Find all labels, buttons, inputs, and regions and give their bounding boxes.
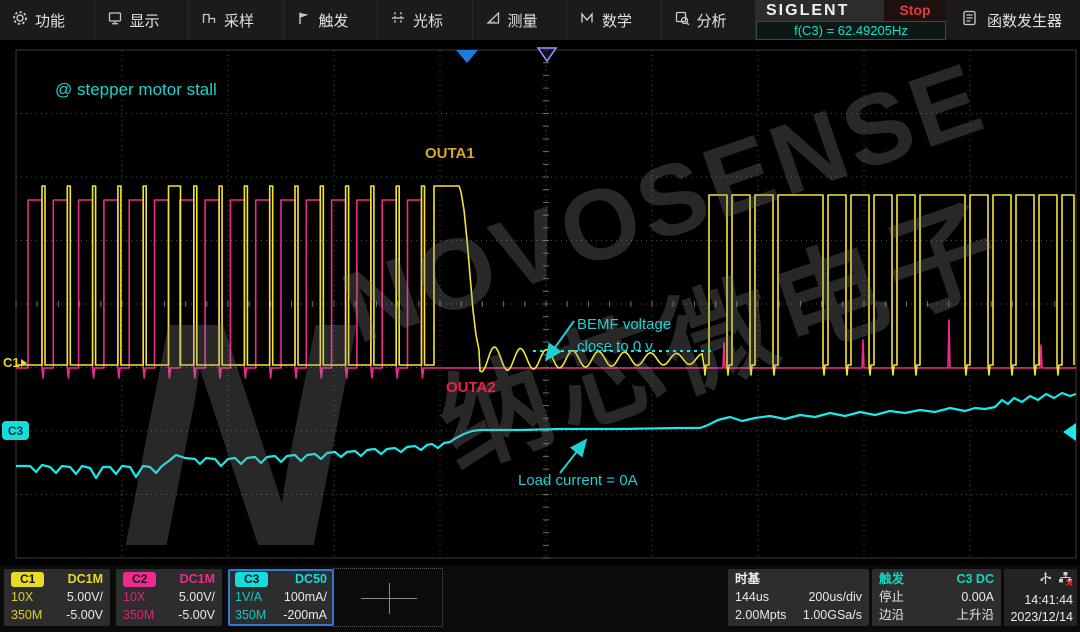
acquisition-status[interactable]: Stop (884, 0, 946, 21)
menu-label: 采样 (224, 10, 254, 31)
clock-box: 14:41:44 2023/12/14 (1004, 569, 1077, 626)
watermark: NNOVOSENSE纳芯微电子 (120, 41, 1022, 565)
generator-icon (962, 10, 977, 31)
timebase-label: 时基 (735, 572, 760, 587)
scope-canvas: NNOVOSENSE纳芯微电子 (0, 40, 1080, 565)
menu-label: 分析 (697, 10, 727, 31)
channel-box-c2[interactable]: C2 DC1M 10X 5.00V/ 350M -5.00V (116, 569, 222, 626)
c3-offset: -200mA (283, 608, 327, 623)
c3-bandwidth: 350M (235, 608, 266, 623)
c3-position-marker[interactable]: C3 (2, 421, 29, 440)
delay-position-marker (538, 48, 556, 61)
trigger-position-marker (456, 50, 478, 63)
menu-label: 光标 (413, 10, 443, 31)
c2-scale: 5.00V/ (179, 590, 215, 605)
c1-position-marker[interactable]: C1 (3, 355, 27, 370)
function-generator-button[interactable]: 函数发生器 (946, 0, 1080, 40)
menu-label: 数学 (602, 10, 632, 31)
channel-box-c3[interactable]: C3 DC50 1V/A 100mA/ 350M -200mA (228, 569, 334, 626)
c3-scale: 100mA/ (284, 590, 327, 605)
menu-item-math[interactable]: 数学 (567, 0, 662, 40)
menu-item-cursor[interactable]: 光标 (378, 0, 473, 40)
measure-icon (485, 10, 501, 30)
lan-disconnected-icon (1058, 571, 1073, 589)
frequency-counter: f(C3) = 62.49205Hz (756, 21, 946, 40)
analyze-icon (674, 10, 690, 30)
c2-offset: -5.00V (178, 608, 215, 623)
cursor-icon (390, 10, 406, 30)
menu-item-acquire[interactable]: 采样 (189, 0, 284, 40)
c3-badge: C3 (235, 572, 268, 587)
c1-probe: 10X (11, 590, 33, 605)
menu-label: 触发 (319, 10, 349, 31)
clock-time: 14:41:44 (1008, 593, 1073, 607)
menu-item-measure[interactable]: 测量 (473, 0, 568, 40)
menu-item-function[interactable]: 功能 (0, 0, 95, 40)
c3-coupling: DC50 (295, 572, 327, 587)
timebase-box[interactable]: 时基 144us 200us/div 2.00Mpts 1.00GSa/s (728, 569, 869, 626)
menu-label: 显示 (130, 10, 160, 31)
menu-label: 测量 (508, 10, 538, 31)
trigger-mode: 停止 (879, 590, 904, 605)
c1-offset: -5.00V (66, 608, 103, 623)
c2-coupling: DC1M (180, 572, 215, 587)
menu-item-display[interactable]: 显示 (95, 0, 190, 40)
trigger-slope: 上升沿 (956, 608, 994, 623)
c3-probe: 1V/A (235, 590, 262, 605)
top-menu-bar: 功能 显示 采样 触发 光标 测量 数学 分析 SIGLENT Stop f(C… (0, 0, 1080, 40)
usb-icon (1039, 571, 1052, 589)
c1-badge: C1 (11, 572, 44, 587)
trigger-level: 0.00A (961, 590, 994, 605)
menu-label: 功能 (35, 10, 65, 31)
timebase-points: 2.00Mpts (735, 608, 786, 623)
screen-thumbnail (333, 568, 443, 627)
clock-date: 2023/12/14 (1008, 610, 1073, 624)
display-icon (107, 10, 123, 30)
c2-badge: C2 (123, 572, 156, 587)
acquire-icon (201, 10, 217, 30)
logo-panel: SIGLENT Stop f(C3) = 62.49205Hz (756, 0, 946, 40)
siglent-logo: SIGLENT (756, 0, 884, 21)
c1-scale: 5.00V/ (67, 590, 103, 605)
timebase-rate: 1.00GSa/s (803, 608, 862, 623)
trigger-flag-icon (296, 10, 312, 30)
timebase-scale: 200us/div (808, 590, 862, 605)
gear-icon (12, 10, 28, 30)
trigger-source: C3 DC (956, 572, 994, 587)
c1-coupling: DC1M (68, 572, 103, 587)
menu-item-analyze[interactable]: 分析 (662, 0, 757, 40)
c1-bandwidth: 350M (11, 608, 42, 623)
svg-text:N: N (120, 255, 360, 565)
trigger-type: 边沿 (879, 608, 904, 623)
c2-probe: 10X (123, 590, 145, 605)
trigger-box[interactable]: 触发 C3 DC 停止 0.00A 边沿 上升沿 (872, 569, 1001, 626)
math-icon (579, 10, 595, 30)
trigger-label: 触发 (879, 572, 904, 587)
trigger-level-marker (1063, 423, 1076, 441)
funcgen-label: 函数发生器 (987, 10, 1062, 31)
timebase-delay: 144us (735, 590, 769, 605)
waveform-display: NNOVOSENSE纳芯微电子 @ stepper motor stall OU… (0, 40, 1080, 565)
channel-box-c1[interactable]: C1 DC1M 10X 5.00V/ 350M -5.00V (4, 569, 110, 626)
c2-bandwidth: 350M (123, 608, 154, 623)
menu-item-trigger[interactable]: 触发 (284, 0, 379, 40)
status-bar: C1 DC1M 10X 5.00V/ 350M -5.00V C2 DC1M 10X 5.… (0, 565, 1080, 632)
